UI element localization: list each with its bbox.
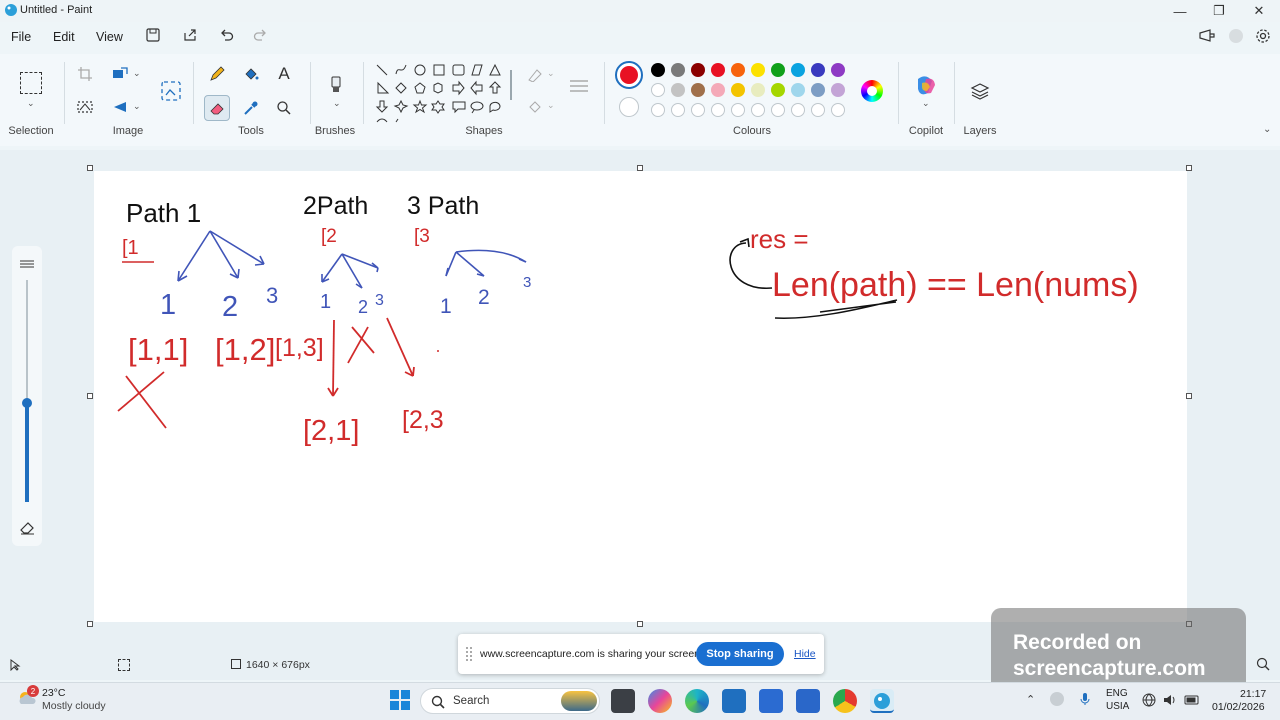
weather-temperature[interactable]: 23°C xyxy=(42,687,65,699)
hide-link[interactable]: Hide xyxy=(794,648,816,660)
arrows-down xyxy=(327,317,415,397)
cross-mark-2 xyxy=(347,326,375,364)
clock-date[interactable]: 01/02/2026 xyxy=(1212,701,1265,713)
weather-badge: 2 xyxy=(27,685,39,697)
zoom-icon[interactable] xyxy=(1256,657,1270,671)
share-message: www.screencapture.com is sharing your sc… xyxy=(480,648,703,660)
taskbar-search-box[interactable]: Search xyxy=(420,688,600,714)
tree-3-node-2: 2 xyxy=(478,286,490,309)
label-bracket-3: [3 xyxy=(414,226,430,247)
tray-chevron-icon[interactable]: ⌃ xyxy=(1026,693,1035,706)
canvas-size-icon xyxy=(231,659,241,669)
pair-1-2: [1,2] xyxy=(215,332,275,367)
tree-1-node-2: 2 xyxy=(222,291,238,323)
label-path-2: 2Path xyxy=(303,192,368,220)
label-res: res = xyxy=(750,224,809,254)
taskbar-app-chrome-icon[interactable] xyxy=(833,689,857,713)
pair-1-3: [1,3] xyxy=(275,334,324,362)
volume-icon[interactable] xyxy=(1163,693,1177,707)
clock-time[interactable]: 21:17 xyxy=(1240,688,1266,700)
taskbar-app-file-explorer-icon[interactable] xyxy=(611,689,635,713)
pair-2-1: [2,1] xyxy=(303,415,359,447)
tray-app-icon[interactable] xyxy=(1050,692,1064,706)
watermark-line-1: Recorded on xyxy=(1013,631,1142,654)
cross-mark-1 xyxy=(117,371,167,429)
pair-1-1: [1,1] xyxy=(128,332,188,367)
watermark-line-2: screencapture.com xyxy=(1013,657,1206,680)
canvas-dimensions: 1640 × 676px xyxy=(246,659,310,671)
cursor-position-icon xyxy=(10,659,22,672)
pair-2-3: [2,3 xyxy=(402,406,444,434)
drag-handle-icon[interactable] xyxy=(466,647,472,661)
language-code[interactable]: ENG xyxy=(1106,688,1128,699)
stray-dot xyxy=(437,350,439,352)
tree-3-node-1: 1 xyxy=(440,295,452,318)
taskbar-app-store-icon[interactable] xyxy=(759,689,783,713)
label-bracket-1: [1 xyxy=(122,237,139,259)
tree-2-branches xyxy=(321,253,379,289)
label-path-1: Path 1 xyxy=(126,198,201,228)
tree-2-node-3: 3 xyxy=(375,292,384,309)
tree-1-branches xyxy=(177,230,265,282)
tree-1-node-3: 3 xyxy=(266,283,278,308)
label-path-3: 3 Path xyxy=(407,192,479,220)
screen-share-bar: www.screencapture.com is sharing your sc… xyxy=(458,634,824,674)
taskbar-app-outlook-icon[interactable] xyxy=(722,689,746,713)
tree-2-node-1: 1 xyxy=(320,291,331,313)
taskbar-app-copilot-icon[interactable] xyxy=(648,689,672,713)
network-globe-icon[interactable] xyxy=(1142,693,1156,707)
start-windows-icon[interactable] xyxy=(389,689,411,711)
search-icon xyxy=(431,695,445,709)
battery-icon[interactable] xyxy=(1184,694,1200,705)
search-highlight-image xyxy=(561,691,597,711)
tree-1-node-1: 1 xyxy=(160,289,176,321)
tree-3-branches xyxy=(445,249,527,277)
tree-3-node-3: 3 xyxy=(523,274,531,291)
taskbar-app-edge-icon[interactable] xyxy=(685,689,709,713)
label-len-expr: Len(path) == Len(nums) xyxy=(772,266,1139,304)
selection-size-icon xyxy=(118,659,130,671)
taskbar-app-paint-icon[interactable] xyxy=(870,689,894,713)
stop-sharing-button[interactable]: Stop sharing xyxy=(696,642,784,666)
taskbar-app-teams-icon[interactable] xyxy=(796,689,820,713)
keyboard-layout[interactable]: USIA xyxy=(1106,701,1129,712)
weather-description[interactable]: Mostly cloudy xyxy=(42,700,106,712)
tree-2-node-2: 2 xyxy=(358,297,368,317)
search-label: Search xyxy=(453,695,490,707)
microphone-icon[interactable] xyxy=(1078,692,1092,706)
label-bracket-2: [2 xyxy=(321,226,337,247)
